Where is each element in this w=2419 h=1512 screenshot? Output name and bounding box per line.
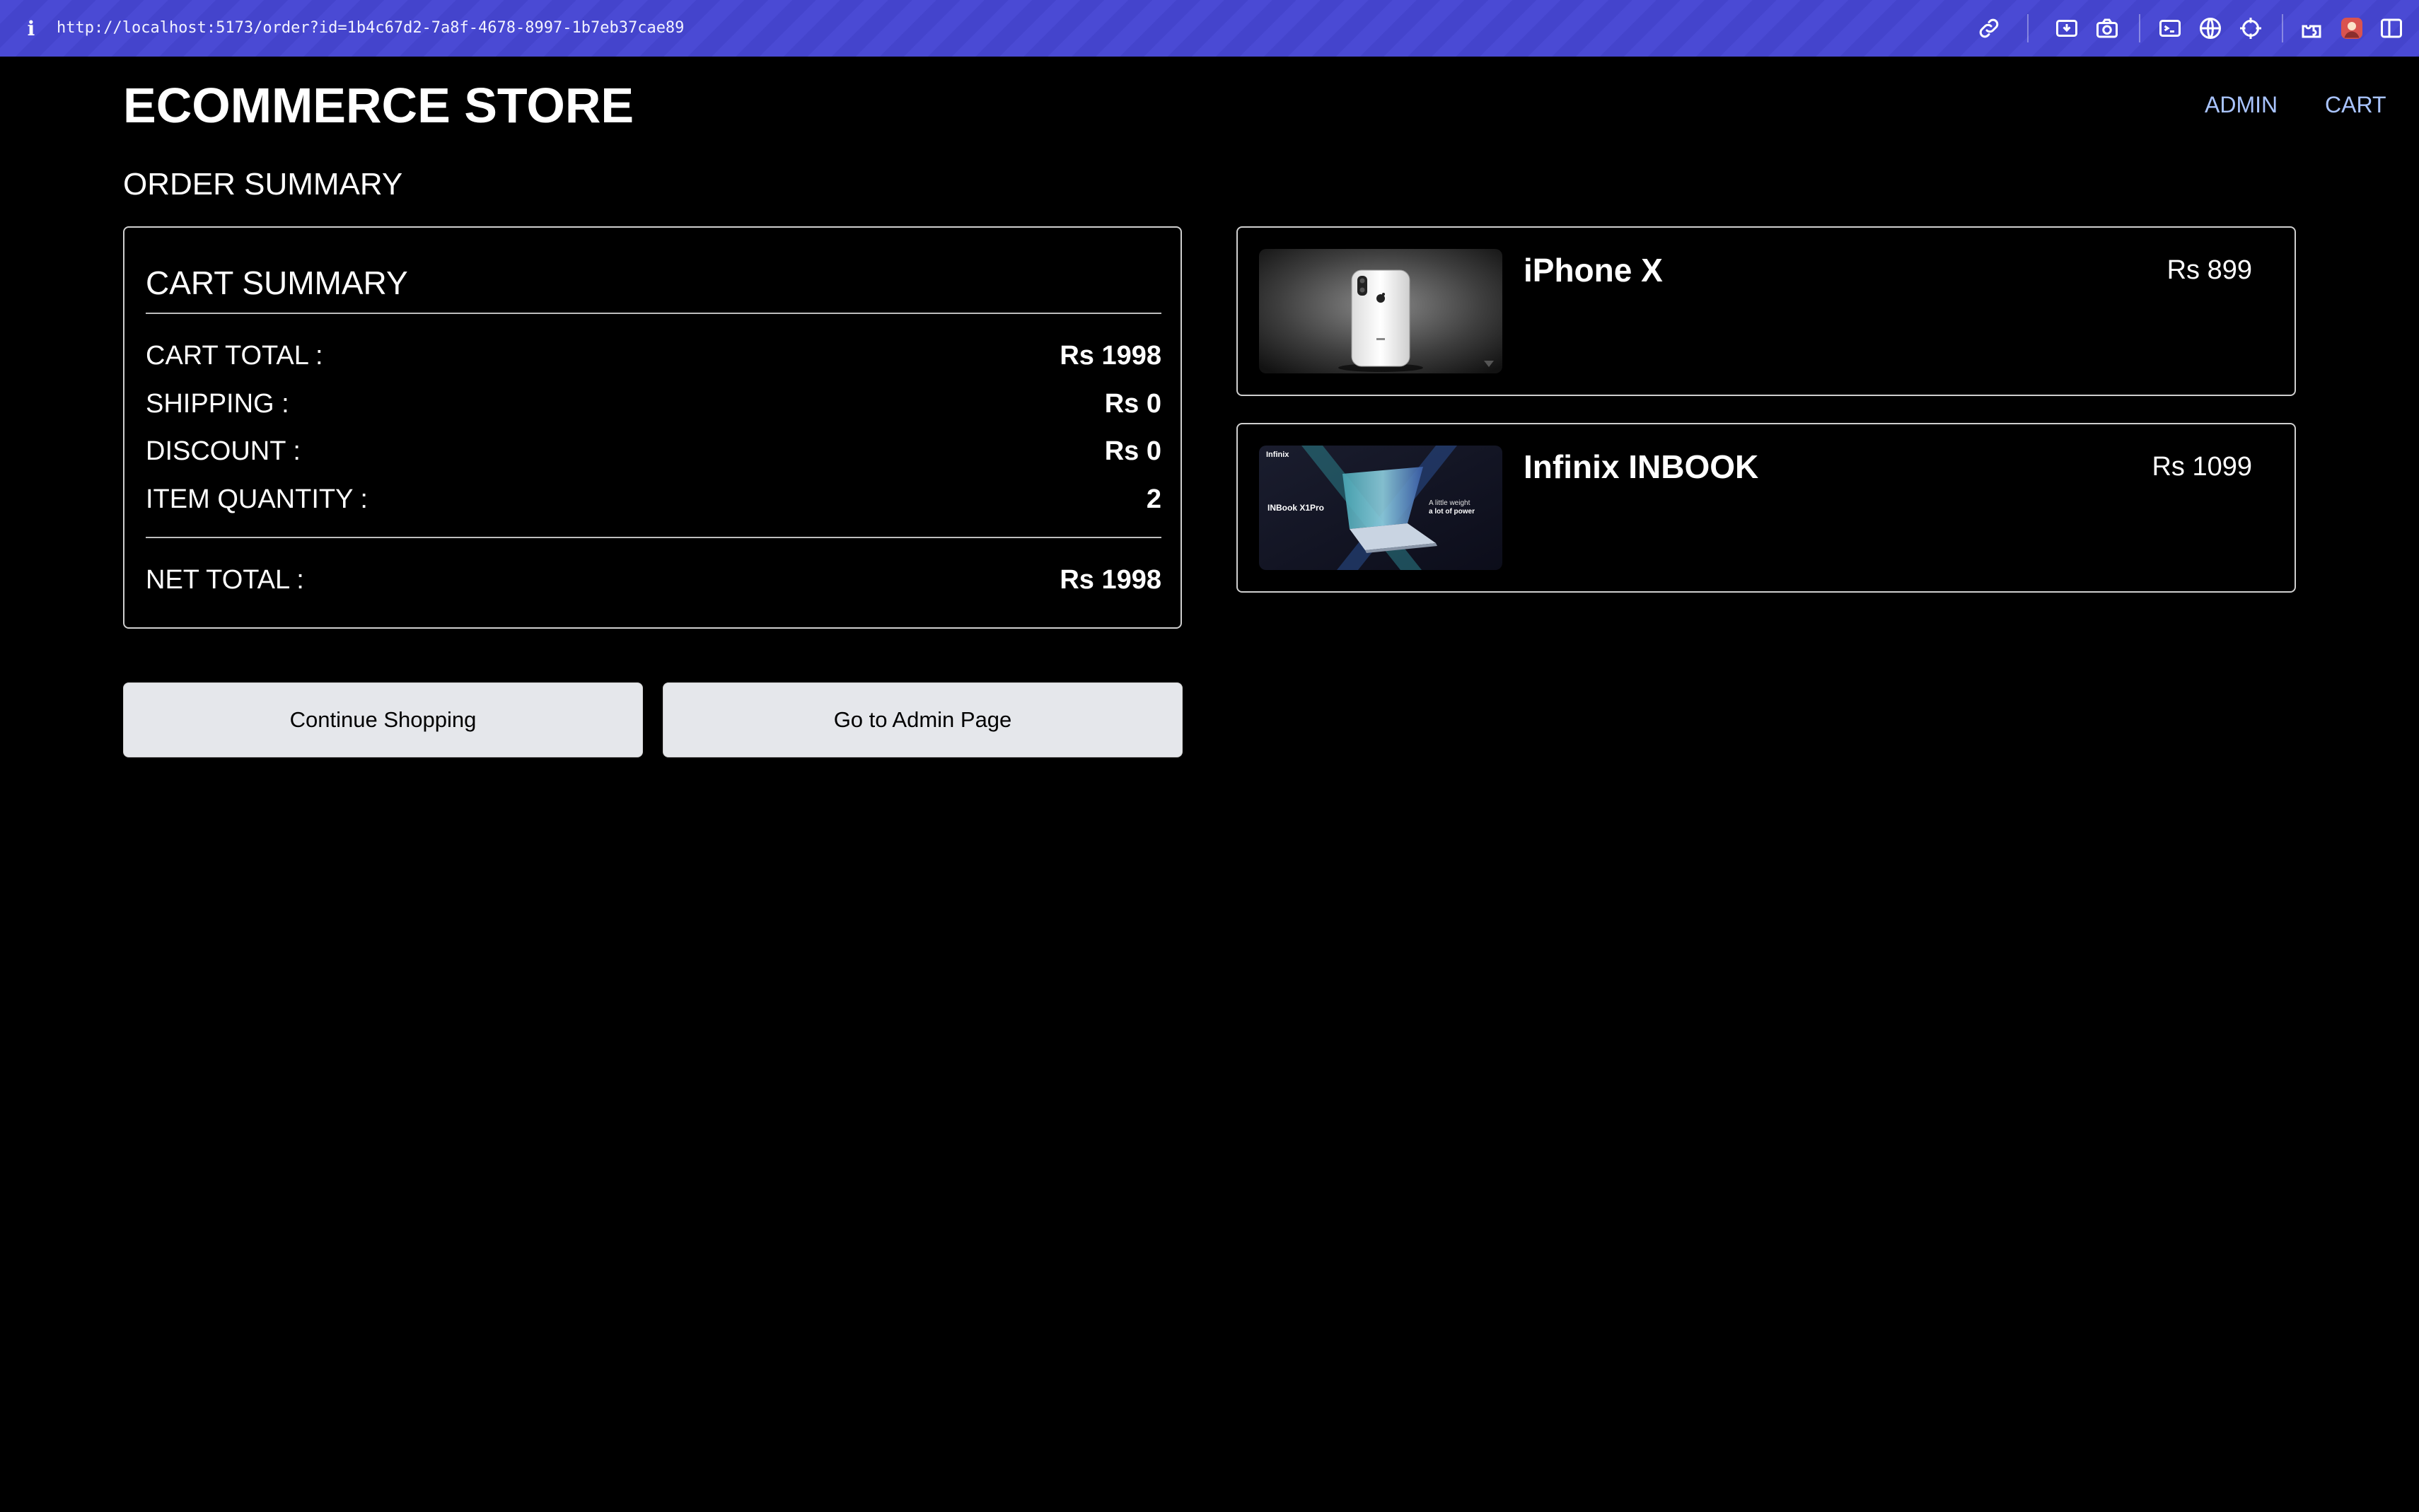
- toolbar-divider: [2027, 14, 2029, 42]
- nav-cart-link[interactable]: CART: [2325, 88, 2386, 122]
- page-title: ORDER SUMMARY: [123, 167, 403, 202]
- go-to-admin-button[interactable]: Go to Admin Page: [663, 682, 1183, 757]
- svg-text:Infinix: Infinix: [1266, 450, 1289, 459]
- order-item-card: iPhone X Rs 899: [1236, 226, 2296, 396]
- cart-total-label: CART TOTAL :: [146, 340, 323, 371]
- iphone-x-image: [1259, 249, 1502, 373]
- item-quantity-label: ITEM QUANTITY :: [146, 484, 368, 514]
- cart-total-value: Rs 1998: [1060, 340, 1161, 371]
- profile-icon[interactable]: [2339, 16, 2365, 41]
- net-total-value: Rs 1998: [1060, 564, 1161, 595]
- discount-value: Rs 0: [1104, 436, 1161, 466]
- product-name: Infinix INBOOK: [1524, 448, 1759, 485]
- shipping-value: Rs 0: [1104, 388, 1161, 419]
- product-price: Rs 1099: [2152, 452, 2252, 482]
- download-icon[interactable]: [2054, 16, 2079, 41]
- shipping-row: SHIPPING : Rs 0: [146, 385, 1161, 422]
- summary-divider: [146, 537, 1161, 538]
- infinix-inbook-image: Infinix INBook X1Pro A little weight a l…: [1259, 446, 1502, 570]
- globe-icon[interactable]: [2198, 16, 2223, 41]
- browser-address-bar: i http://localhost:5173/order?id=1b4c67d…: [0, 0, 2419, 57]
- continue-shopping-button[interactable]: Continue Shopping: [123, 682, 643, 757]
- terminal-icon[interactable]: [2157, 16, 2183, 41]
- item-quantity-row: ITEM QUANTITY : 2: [146, 481, 1161, 518]
- link-icon[interactable]: [1976, 16, 2002, 41]
- shipping-label: SHIPPING :: [146, 388, 289, 419]
- sidebar-icon[interactable]: [2379, 16, 2404, 41]
- cart-summary-panel: CART SUMMARY CART TOTAL : Rs 1998 SHIPPI…: [123, 226, 1182, 629]
- store-title: ECOMMERCE STORE: [123, 78, 634, 133]
- net-total-row: NET TOTAL : Rs 1998: [146, 562, 1161, 598]
- svg-text:INBook X1Pro: INBook X1Pro: [1267, 503, 1324, 513]
- discount-row: DISCOUNT : Rs 0: [146, 433, 1161, 470]
- inbook-image-tagline-1: A little weight: [1429, 499, 1470, 507]
- crosshair-icon[interactable]: [2238, 16, 2263, 41]
- extensions-icon[interactable]: [2299, 16, 2324, 41]
- item-quantity-value: 2: [1146, 484, 1161, 514]
- toolbar-divider: [2282, 14, 2283, 42]
- toolbar-divider: [2139, 14, 2140, 42]
- cart-total-row: CART TOTAL : Rs 1998: [146, 337, 1161, 374]
- cart-summary-heading: CART SUMMARY: [146, 264, 408, 301]
- order-item-card: Infinix INBook X1Pro A little weight a l…: [1236, 423, 2296, 593]
- product-name: iPhone X: [1524, 252, 1663, 289]
- inbook-image-tagline-2: a lot of power: [1429, 508, 1475, 516]
- url-field[interactable]: http://localhost:5173/order?id=1b4c67d2-…: [57, 14, 684, 42]
- product-price: Rs 899: [2166, 255, 2252, 285]
- info-icon[interactable]: i: [24, 16, 38, 41]
- discount-label: DISCOUNT :: [146, 436, 301, 466]
- camera-icon[interactable]: [2094, 16, 2120, 41]
- summary-divider: [146, 313, 1161, 314]
- inbook-image-model: INBook X1Pro: [1267, 503, 1324, 513]
- inbook-image-brand: Infinix: [1266, 450, 1289, 459]
- nav-admin-link[interactable]: ADMIN: [2205, 88, 2278, 122]
- net-total-label: NET TOTAL :: [146, 564, 304, 595]
